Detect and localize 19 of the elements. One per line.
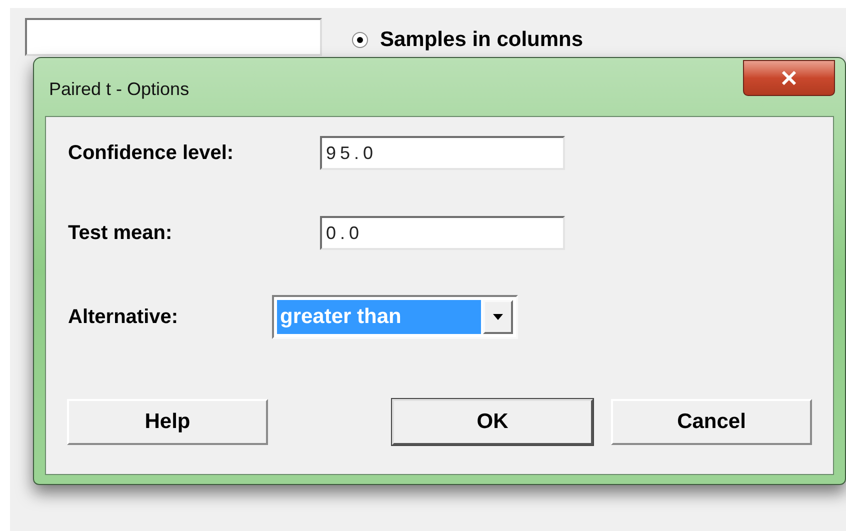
field-label: Alternative: [68,305,180,330]
input-field[interactable]: 0.0 [320,216,565,250]
dialog-button[interactable]: OK [392,399,593,445]
field-value: 95.0 [326,142,378,164]
window-title: Paired t - Options [49,78,190,101]
dialog-button[interactable]: Help [67,399,268,445]
dropdown-value: greater than [277,300,481,334]
input-field[interactable] [25,18,322,56]
input-field[interactable]: 95.0 [320,136,565,170]
radio-label: Samples in columns [380,27,584,53]
caret-icon [493,314,503,320]
close-icon [781,71,797,85]
dropdown-button[interactable] [483,300,513,334]
dialog-button[interactable]: Cancel [611,399,812,445]
field-label: Test mean: [68,221,174,246]
field-value: 0.0 [326,222,364,244]
close-button[interactable] [743,60,835,96]
field-label: Confidence level: [68,141,235,166]
radio-button[interactable] [352,32,368,48]
